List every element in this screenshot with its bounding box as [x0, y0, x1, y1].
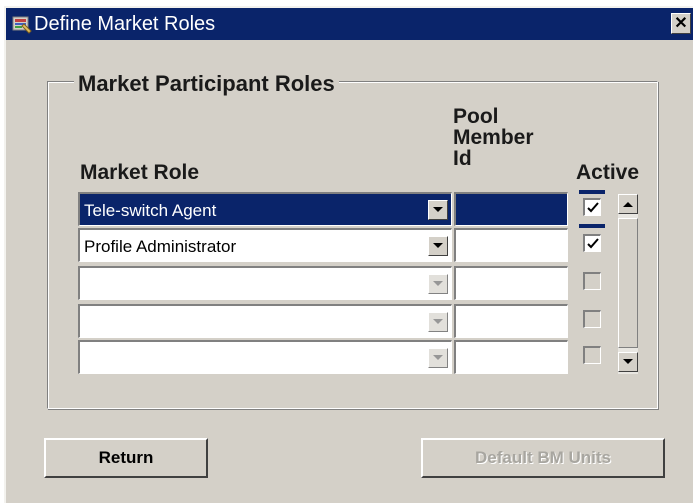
chevron-down-icon [433, 207, 443, 212]
close-button[interactable]: ✕ [671, 13, 691, 34]
active-checkbox[interactable] [583, 310, 601, 328]
market-role-value: Tele-switch Agent [84, 201, 217, 220]
checkmark-icon [587, 238, 599, 249]
chevron-up-icon [623, 202, 633, 207]
table-row[interactable]: Profile Administrator [78, 228, 601, 262]
column-header-pool-member-id: Pool Member Id [453, 105, 534, 170]
scroll-up-button[interactable] [618, 194, 638, 214]
chevron-down-icon [433, 319, 443, 324]
column-header-active: Active [576, 161, 640, 184]
market-role-select[interactable] [78, 266, 452, 300]
column-header-market-role: Market Role [80, 161, 200, 184]
active-checkbox[interactable] [583, 346, 601, 364]
default-bm-units-button[interactable]: Default BM Units [421, 438, 665, 478]
scroll-thumb[interactable] [618, 218, 638, 348]
dropdown-button[interactable] [428, 348, 448, 368]
pool-member-id-field[interactable] [454, 192, 568, 226]
active-checkbox[interactable] [583, 234, 601, 252]
table-row[interactable] [78, 266, 601, 300]
focus-indicator [579, 190, 605, 194]
chevron-down-icon [433, 281, 443, 286]
active-checkbox[interactable] [583, 198, 601, 216]
market-role-select[interactable] [78, 340, 452, 374]
forms-app-icon [12, 14, 32, 34]
vertical-scrollbar[interactable] [615, 194, 641, 374]
pool-member-id-field[interactable] [454, 266, 568, 300]
dropdown-button[interactable] [428, 236, 448, 256]
group-title: Market Participant Roles [74, 71, 339, 97]
pool-member-id-field[interactable] [454, 228, 568, 262]
active-checkbox[interactable] [583, 272, 601, 290]
return-button[interactable]: Return [44, 438, 208, 478]
chevron-down-icon [623, 359, 633, 364]
chevron-down-icon [433, 355, 443, 360]
dropdown-button[interactable] [428, 200, 448, 220]
checkmark-icon [587, 202, 599, 213]
table-row[interactable] [78, 304, 601, 338]
close-icon: ✕ [674, 15, 688, 32]
pool-member-id-field[interactable] [454, 340, 568, 374]
market-role-value: Profile Administrator [84, 237, 237, 256]
table-row[interactable]: Tele-switch Agent [78, 190, 605, 228]
dropdown-button[interactable] [428, 312, 448, 332]
window-title: Define Market Roles [34, 13, 216, 35]
market-role-select[interactable] [78, 304, 452, 338]
title-bar[interactable]: Define Market Roles ✕ [6, 8, 693, 40]
chevron-down-icon [433, 243, 443, 248]
table-row[interactable] [78, 340, 601, 374]
dropdown-button[interactable] [428, 274, 448, 294]
market-role-select[interactable]: Profile Administrator [78, 228, 452, 262]
scroll-down-button[interactable] [618, 352, 638, 372]
pool-member-id-field[interactable] [454, 304, 568, 338]
market-role-select[interactable]: Tele-switch Agent [78, 192, 452, 226]
